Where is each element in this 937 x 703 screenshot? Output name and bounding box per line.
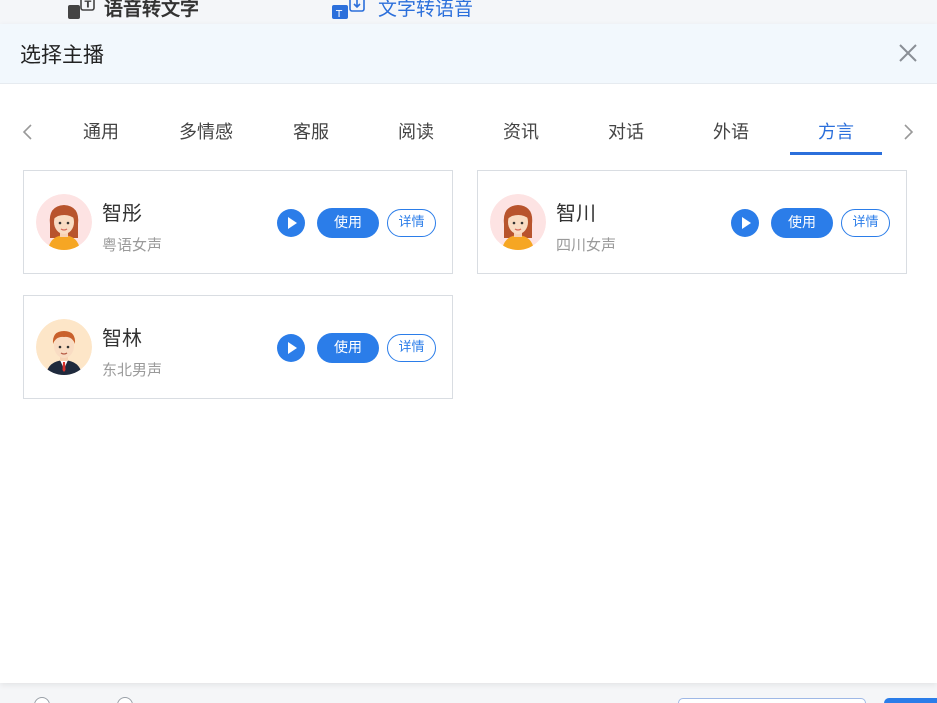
use-button[interactable]: 使用 [317,208,379,238]
anchor-description: 粤语女声 [102,236,163,254]
footer-outline-button[interactable] [678,698,866,703]
anchor-card: 智川 四川女声 使用 详情 [477,170,907,274]
female-avatar-icon [36,194,92,250]
tab-foreign-language[interactable]: 外语 [685,118,777,152]
play-button[interactable] [277,209,305,237]
close-button[interactable] [895,40,921,66]
category-tabs: 通用 多情感 客服 阅读 资讯 对话 外语 方言 [0,112,937,156]
tab-multi-emotion[interactable]: 多情感 [160,118,252,152]
anchor-card: 智林 东北男声 使用 详情 [23,295,453,399]
text-to-speech-tab[interactable]: T 文字转语音 [330,0,473,21]
text-to-speech-icon: T [332,0,365,20]
detail-button[interactable]: 详情 [841,209,890,237]
tab-dialogue[interactable]: 对话 [580,118,672,152]
speech-to-text-label: 语音转文字 [104,0,200,20]
background-toolbar: T 语音转文字 T 文字转语音 [0,0,937,24]
close-icon [899,44,917,62]
speech-to-text-icon: T [68,0,95,19]
chevron-right-icon [904,124,914,140]
tab-reading[interactable]: 阅读 [370,118,462,152]
tab-news[interactable]: 资讯 [475,118,567,152]
detail-button[interactable]: 详情 [387,209,436,237]
speech-to-text-tab[interactable]: T 语音转文字 [66,0,199,21]
svg-text:T: T [335,9,343,20]
anchor-card: 智彤 粤语女声 使用 详情 [23,170,453,274]
chevron-left-icon [22,124,32,140]
select-anchor-dialog: 选择主播 通用 多情感 客服 阅读 资讯 对话 外语 方言 智彤 粤语女声 使用… [0,24,937,683]
tab-customer-service[interactable]: 客服 [265,118,357,152]
play-button[interactable] [731,209,759,237]
tabs-prev-arrow[interactable] [18,122,38,142]
anchor-description: 四川女声 [556,236,617,254]
play-button[interactable] [277,334,305,362]
female-avatar-icon [490,194,546,250]
svg-text:T: T [85,0,92,10]
footer-primary-button[interactable] [884,698,937,703]
anchor-name: 智林 [102,326,142,350]
use-button[interactable]: 使用 [317,333,379,363]
dialog-header: 选择主播 [0,24,937,84]
anchor-name: 智川 [556,201,596,225]
tabs-next-arrow[interactable] [898,122,918,142]
detail-button[interactable]: 详情 [387,334,436,362]
tab-general[interactable]: 通用 [55,118,147,152]
male-avatar-icon [36,319,92,375]
dialog-title: 选择主播 [20,42,104,67]
anchor-name: 智彤 [102,201,142,225]
anchor-description: 东北男声 [102,361,163,379]
text-to-speech-label: 文字转语音 [378,0,474,20]
tab-dialect[interactable]: 方言 [790,118,882,155]
use-button[interactable]: 使用 [771,208,833,238]
